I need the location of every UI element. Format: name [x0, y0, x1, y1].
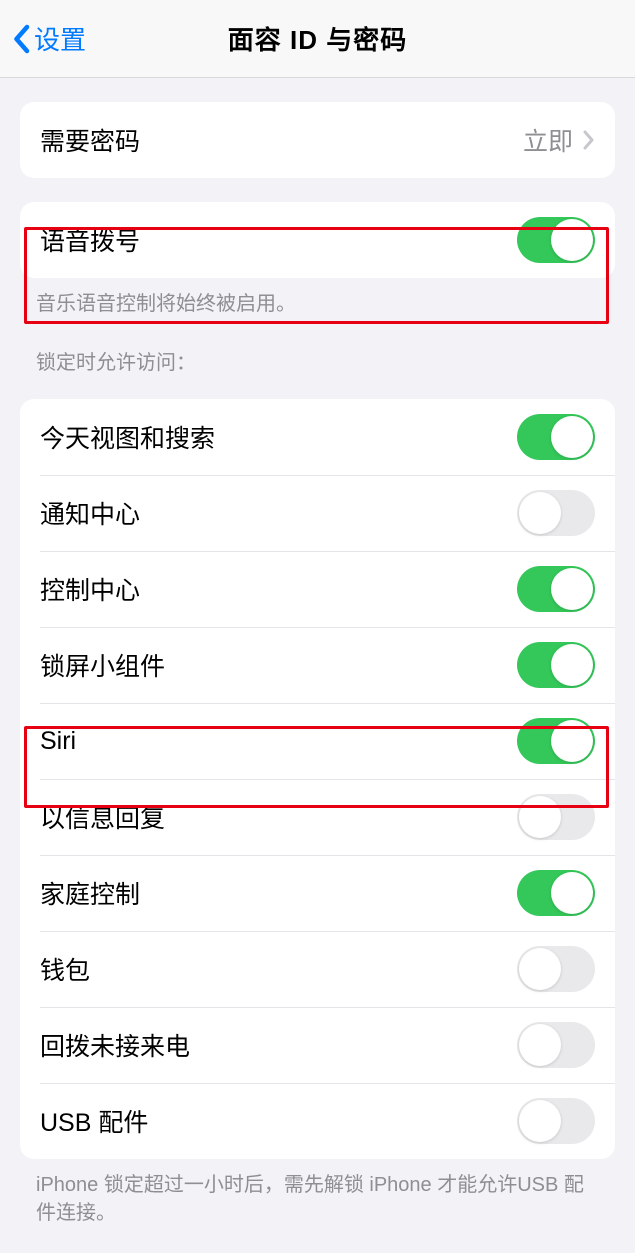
return-missed-toggle[interactable] — [517, 1022, 595, 1068]
voice-dial-label: 语音拨号 — [40, 222, 140, 258]
back-button[interactable]: 设置 — [0, 20, 86, 57]
page-title: 面容 ID 与密码 — [228, 20, 407, 57]
control-center-toggle[interactable] — [517, 566, 595, 612]
reply-message-toggle[interactable] — [517, 794, 595, 840]
siri-toggle[interactable] — [517, 718, 595, 764]
usb-label: USB 配件 — [40, 1103, 148, 1139]
require-passcode-value: 立即 — [523, 122, 573, 158]
usb-row: USB 配件 — [20, 1083, 615, 1159]
notification-center-toggle[interactable] — [517, 490, 595, 536]
return-missed-label: 回拨未接来电 — [40, 1027, 190, 1063]
reply-message-label: 以信息回复 — [40, 799, 165, 835]
lock-widgets-toggle[interactable] — [517, 642, 595, 688]
voice-dial-footer: 音乐语音控制将始终被启用。 — [36, 290, 599, 318]
lock-access-section-header: 锁定时允许访问： — [36, 346, 599, 375]
row-right: 立即 — [523, 122, 595, 158]
require-passcode-group: 需要密码 立即 — [20, 102, 615, 178]
lock-widgets-label: 锁屏小组件 — [40, 647, 165, 683]
wallet-toggle[interactable] — [517, 946, 595, 992]
today-view-label: 今天视图和搜索 — [40, 419, 215, 455]
today-view-row: 今天视图和搜索 — [20, 399, 615, 475]
lock-access-group: 今天视图和搜索 通知中心 控制中心 锁屏小组件 Siri 以信息回复 家庭控制 — [20, 399, 615, 1159]
voice-dial-toggle[interactable] — [517, 217, 595, 263]
control-center-row: 控制中心 — [20, 551, 615, 627]
home-control-label: 家庭控制 — [40, 875, 140, 911]
back-label: 设置 — [34, 20, 86, 57]
wallet-row: 钱包 — [20, 931, 615, 1007]
voice-dial-row: 语音拨号 — [20, 202, 615, 278]
notification-center-row: 通知中心 — [20, 475, 615, 551]
usb-footer: iPhone 锁定超过一小时后，需先解锁 iPhone 才能允许USB 配件连接… — [36, 1171, 599, 1227]
require-passcode-label: 需要密码 — [40, 122, 140, 158]
chevron-right-icon — [583, 130, 595, 150]
chevron-left-icon — [12, 24, 30, 54]
home-control-row: 家庭控制 — [20, 855, 615, 931]
lock-widgets-row: 锁屏小组件 — [20, 627, 615, 703]
usb-toggle[interactable] — [517, 1098, 595, 1144]
reply-message-row: 以信息回复 — [20, 779, 615, 855]
notification-center-label: 通知中心 — [40, 495, 140, 531]
today-view-toggle[interactable] — [517, 414, 595, 460]
require-passcode-row[interactable]: 需要密码 立即 — [20, 102, 615, 178]
wallet-label: 钱包 — [40, 951, 90, 987]
voice-dial-group: 语音拨号 — [20, 202, 615, 278]
navigation-header: 设置 面容 ID 与密码 — [0, 0, 635, 78]
siri-row: Siri — [20, 703, 615, 779]
home-control-toggle[interactable] — [517, 870, 595, 916]
control-center-label: 控制中心 — [40, 571, 140, 607]
siri-label: Siri — [40, 727, 76, 756]
return-missed-row: 回拨未接来电 — [20, 1007, 615, 1083]
